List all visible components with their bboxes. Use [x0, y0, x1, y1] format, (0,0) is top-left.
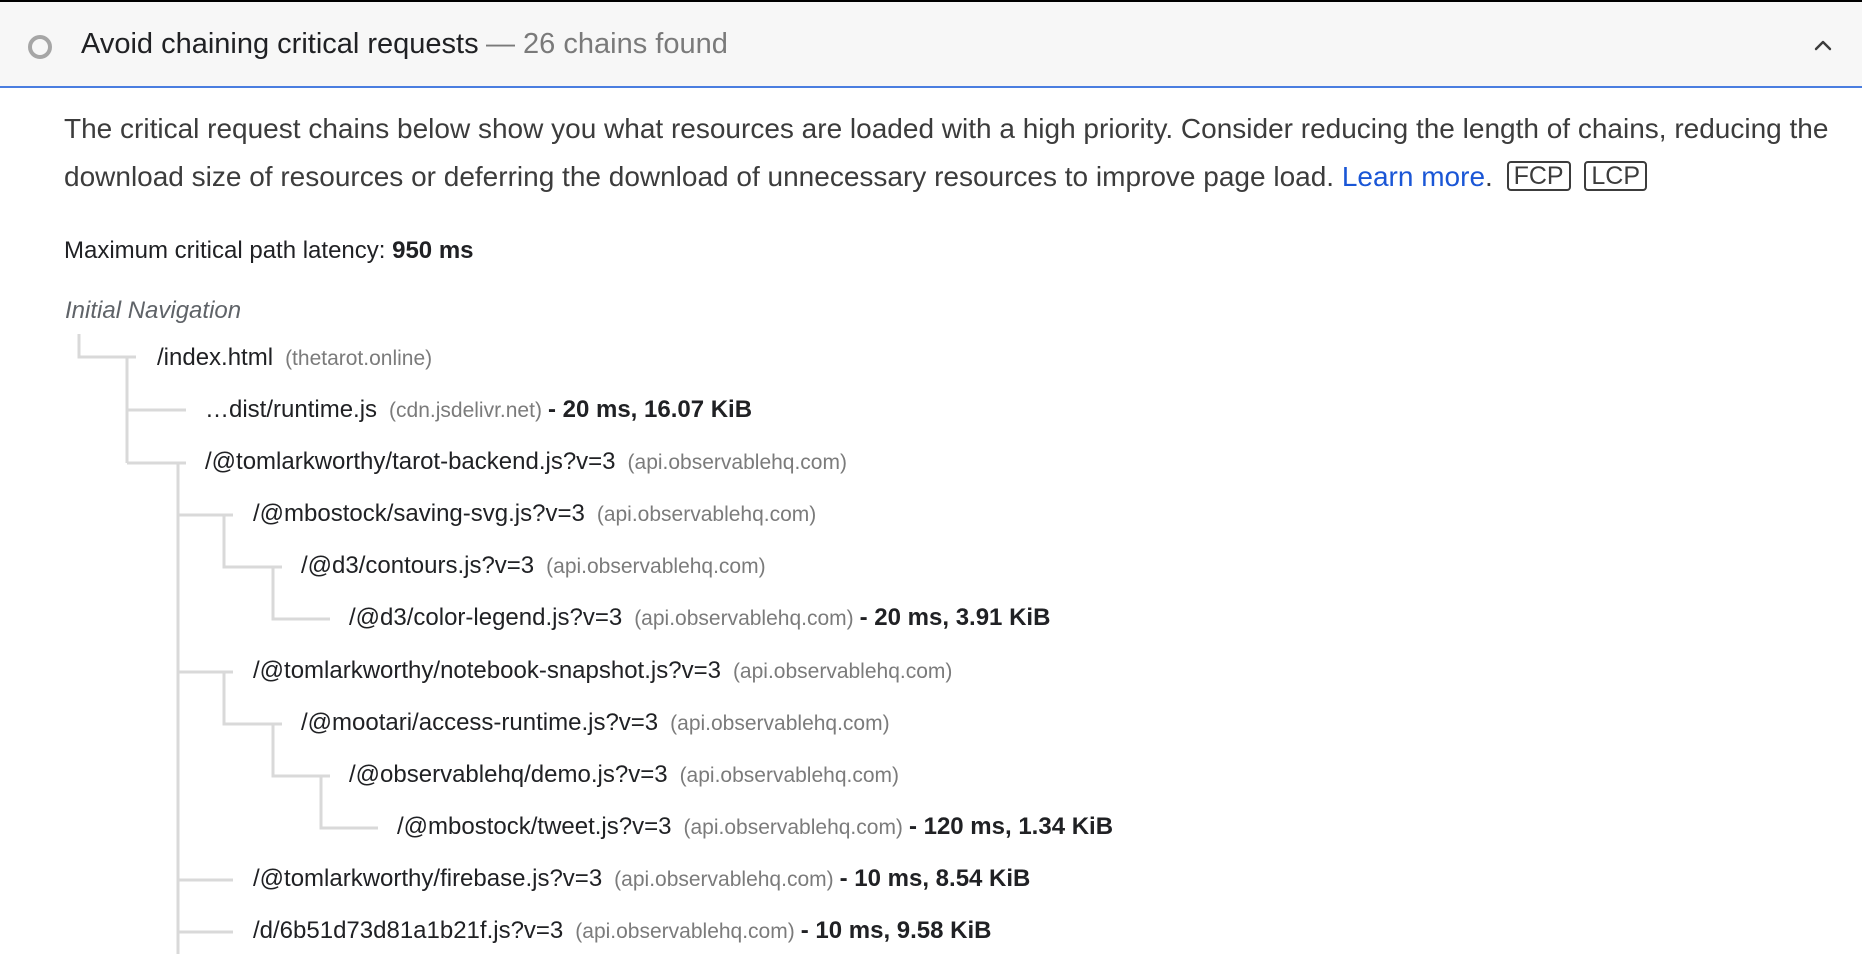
chain-node-host: (api.observablehq.com): [679, 764, 900, 787]
chain-node-url[interactable]: /index.html: [157, 344, 273, 371]
chain-node-host: (api.observablehq.com): [627, 451, 847, 474]
chain-node-host: (api.observablehq.com): [634, 607, 854, 630]
chain-node: /@d3/contours.js?v=3 (api.observablehq.co…: [301, 551, 766, 581]
chain-node: …dist/runtime.js (cdn.jsdelivr.net) - 20 m…: [205, 395, 752, 425]
chain-node: /d/6b51d73d81a1b21f.js?v=3 (api.observabl…: [253, 916, 992, 946]
chain-node-host: (cdn.jsdelivr.net): [389, 399, 542, 422]
chain-node-url[interactable]: /@tomlarkworthy/notebook-snapshot.js?v=3: [253, 657, 721, 684]
tree-root-label: Initial Navigation: [65, 297, 242, 324]
chain-node: /@observablehq/demo.js?v=3 (api.observabl…: [349, 760, 899, 790]
chain-node-host: (api.observablehq.com): [596, 503, 817, 526]
chevron-up-icon[interactable]: [1812, 34, 1834, 56]
max-latency-label: Maximum critical path latency:: [64, 237, 386, 264]
chain-node: /@tomlarkworthy/notebook-snapshot.js?v=3…: [253, 656, 952, 686]
chain-node-host: (api.observablehq.com): [670, 712, 890, 735]
chain-node-host: (api.observablehq.com): [732, 660, 953, 683]
chain-node-url[interactable]: /@d3/color-legend.js?v=3: [349, 604, 622, 631]
critical-request-chains-audit: Avoid chaining critical requests — 26 ch…: [0, 0, 1862, 954]
chain-node-url[interactable]: /@observablehq/demo.js?v=3: [349, 761, 668, 788]
chain-node: /index.html (thetarot.online): [157, 343, 432, 373]
chain-node-url[interactable]: /@tomlarkworthy/firebase.js?v=3: [253, 865, 602, 892]
chain-node: /@mbostock/saving-svg.js?v=3 (api.observa…: [253, 499, 816, 529]
circle-informative-icon: [28, 35, 52, 59]
chain-node-stats: - 10 ms, 9.58 KiB: [800, 917, 992, 944]
learn-more-link[interactable]: Learn more: [1342, 161, 1485, 192]
chain-node-host: (api.observablehq.com): [614, 868, 834, 891]
metric-badge-lcp: LCP: [1584, 161, 1648, 191]
chain-node-stats: - 120 ms, 1.34 KiB: [908, 813, 1114, 840]
audit-header[interactable]: Avoid chaining critical requests — 26 ch…: [0, 0, 1862, 88]
chain-node-url[interactable]: /@tomlarkworthy/tarot-backend.js?v=3: [205, 448, 616, 475]
chain-node-stats: - 20 ms, 16.07 KiB: [547, 396, 753, 423]
chain-node-url[interactable]: /@d3/contours.js?v=3: [301, 552, 534, 579]
audit-display-value: — 26 chains found: [486, 28, 728, 60]
audit-title: Avoid chaining critical requests: [81, 28, 479, 60]
chain-node-host: (api.observablehq.com): [575, 920, 795, 943]
max-latency-value: 950 ms: [392, 237, 474, 264]
max-latency: Maximum critical path latency: 950 ms: [64, 237, 474, 265]
chain-node-url[interactable]: /d/6b51d73d81a1b21f.js?v=3: [253, 917, 563, 944]
chain-node-url[interactable]: /@mbostock/saving-svg.js?v=3: [253, 500, 585, 527]
link-suffix: .: [1485, 161, 1493, 192]
chain-node-stats: - 20 ms, 3.91 KiB: [859, 604, 1051, 631]
chain-node: /@mootari/access-runtime.js?v=3 (api.obse…: [301, 708, 890, 738]
chain-node-stats: - 10 ms, 8.54 KiB: [839, 865, 1031, 892]
chain-node-url[interactable]: /@mootari/access-runtime.js?v=3: [301, 709, 658, 736]
chain-node-url[interactable]: …dist/runtime.js: [205, 396, 377, 423]
chain-node-host: (api.observablehq.com): [546, 555, 766, 578]
chain-node: /@tomlarkworthy/firebase.js?v=3 (api.obse…: [253, 864, 1030, 894]
chain-node: /@tomlarkworthy/tarot-backend.js?v=3 (api…: [205, 447, 847, 477]
chain-node: /@d3/color-legend.js?v=3 (api.observableh…: [349, 603, 1050, 633]
chain-node-host: (thetarot.online): [285, 347, 433, 370]
chain-node-url[interactable]: /@mbostock/tweet.js?v=3: [397, 813, 671, 840]
chain-node: /@mbostock/tweet.js?v=3 (api.observablehq…: [397, 812, 1113, 842]
metric-badge-fcp: FCP: [1506, 161, 1571, 191]
audit-description: The critical request chains below show y…: [64, 105, 1854, 201]
chain-node-host: (api.observablehq.com): [683, 816, 903, 839]
